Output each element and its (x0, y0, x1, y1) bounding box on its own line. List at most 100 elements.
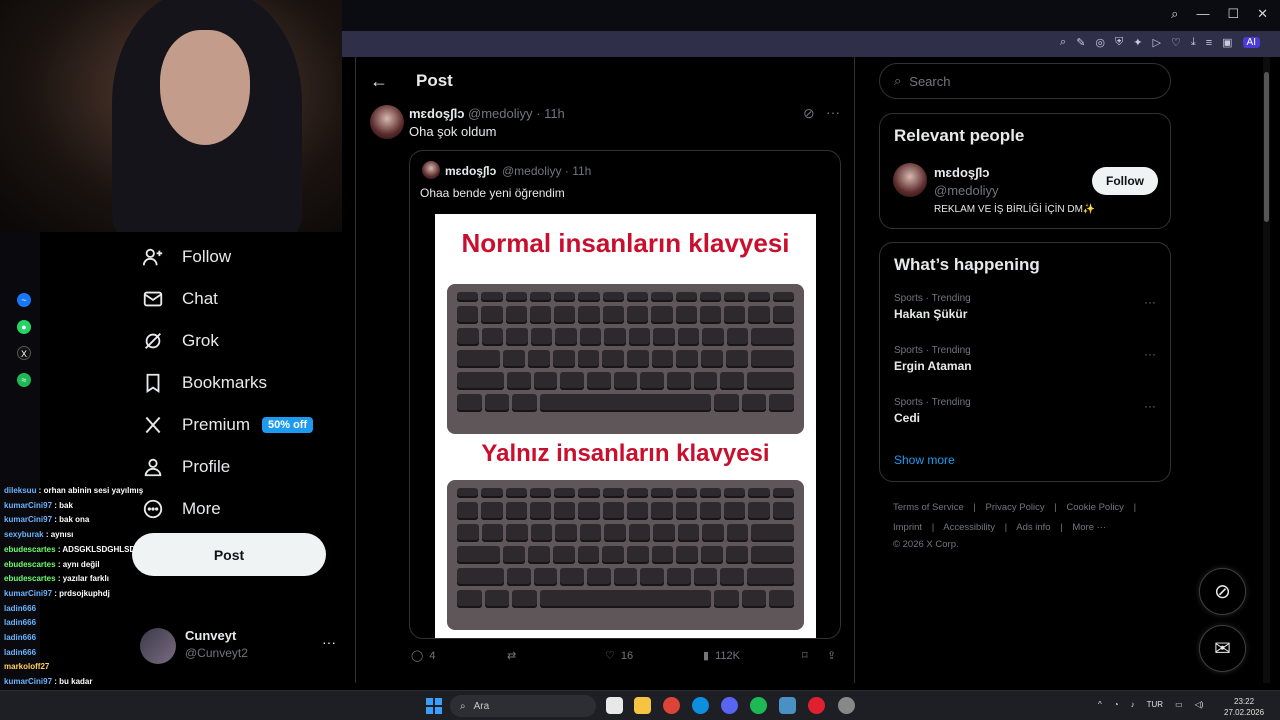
footer-link[interactable]: Privacy Policy (986, 502, 1045, 513)
app-icon[interactable] (779, 697, 796, 714)
more-icon[interactable]: ··· (1144, 399, 1156, 413)
sidebar-item-profile[interactable]: Profile (140, 446, 350, 488)
footer-link[interactable]: Ads info (1016, 522, 1050, 533)
chat-username[interactable]: ladin666 (4, 648, 36, 657)
grok-fab-button[interactable]: ⊘ (1199, 568, 1246, 615)
download-icon[interactable]: ⤓ (1191, 36, 1196, 49)
chat-username[interactable]: kumarCini97 (4, 515, 52, 524)
maximize-icon[interactable]: ☐ (1227, 6, 1239, 22)
page-scrollbar[interactable] (1263, 57, 1270, 683)
chrome-icon[interactable] (663, 697, 680, 714)
opera-icon[interactable] (808, 697, 825, 714)
repost-button[interactable]: ⇄ (507, 649, 522, 662)
search-icon[interactable]: ⌕ (1171, 6, 1178, 22)
chevron-up-icon[interactable]: ^ (1098, 700, 1102, 709)
chat-username[interactable]: ladin666 (4, 633, 36, 642)
chat-username[interactable]: kumarCini97 (4, 589, 52, 598)
zoom-icon[interactable]: ⌕ (1060, 36, 1066, 49)
spotify-icon[interactable] (750, 697, 767, 714)
camera-icon[interactable]: ◎ (1095, 36, 1105, 49)
more-icon[interactable]: ··· (322, 634, 336, 650)
volume-icon[interactable]: ◁) (1195, 700, 1204, 709)
heart-icon[interactable]: ♡ (1171, 36, 1181, 49)
edge-icon[interactable] (692, 697, 709, 714)
chat-username[interactable]: dileksuu (4, 486, 36, 495)
discord-icon[interactable] (721, 697, 738, 714)
grok-icon[interactable]: ⊘ (803, 105, 815, 122)
chat-username[interactable]: ladin666 (4, 604, 36, 613)
footer-link[interactable]: Terms of Service (893, 502, 964, 513)
chat-username[interactable]: ebudescartes (4, 560, 56, 569)
trend-item[interactable]: Sports · Trending Ergin Ataman ··· (894, 345, 1164, 373)
keyboard-key (481, 306, 503, 324)
keyboard-key (555, 328, 577, 346)
bookmark-button[interactable]: ⌑ (802, 649, 808, 662)
messages-fab-button[interactable]: ✉ (1199, 625, 1246, 672)
search-input[interactable]: ⌕ Search (879, 63, 1171, 99)
meme-image[interactable]: Normal insanların klavyesi Yalnız insanl… (435, 214, 816, 638)
menu-icon[interactable]: ≡ (1206, 37, 1212, 49)
footer-sep: | (931, 522, 935, 533)
views-button[interactable]: ▮ 112K (703, 649, 740, 663)
microphone-icon[interactable]: ♪ (1131, 700, 1135, 709)
language-indicator[interactable]: TUR (1147, 700, 1163, 709)
whatsapp-icon[interactable]: ● (17, 320, 31, 334)
account-switcher[interactable]: Cunveyt @Cunveyt2 ··· (140, 624, 340, 664)
quoted-post[interactable]: mɛdoş∫lↄ @medoliyy · 11h Ohaa bende yeni… (409, 150, 841, 639)
network-icon[interactable]: ◔ (1114, 700, 1119, 709)
windows-start-icon[interactable] (426, 698, 442, 714)
scroll-thumb[interactable] (1264, 72, 1269, 222)
reply-button[interactable]: ◯ 4 (411, 649, 435, 663)
display-icon[interactable]: ▭ (1175, 700, 1183, 709)
footer-link[interactable]: Cookie Policy (1066, 502, 1124, 513)
chat-username[interactable]: ebudescartes (4, 545, 56, 554)
close-icon[interactable]: ✕ (1257, 6, 1268, 22)
edit-icon[interactable]: ✎ (1076, 36, 1085, 49)
avatar[interactable] (893, 163, 927, 197)
taskbar-search[interactable]: ⌕ Ara (450, 695, 596, 717)
spotify-icon[interactable]: ≈ (17, 373, 31, 387)
sidebar-item-grok[interactable]: Grok (140, 320, 350, 362)
follow-button[interactable]: Follow (1092, 167, 1158, 195)
messenger-icon[interactable]: ~ (17, 293, 31, 307)
file-explorer-icon[interactable] (634, 697, 651, 714)
shield-icon[interactable]: ⛨ (1115, 36, 1123, 49)
chat-username[interactable]: kumarCini97 (4, 677, 52, 686)
chat-username[interactable]: ladin666 (4, 618, 36, 627)
footer-link[interactable]: Accessibility (943, 522, 995, 533)
settings-icon[interactable] (838, 697, 855, 714)
chat-username[interactable]: sexyburak (4, 530, 44, 539)
chat-username[interactable]: markoloff27 (4, 662, 49, 671)
trend-item[interactable]: Sports · Trending Cedi ··· (894, 397, 1164, 425)
chat-username[interactable]: ebudescartes (4, 574, 56, 583)
keyboard-key (666, 372, 691, 390)
ai-button[interactable]: AI (1242, 37, 1260, 48)
relevant-person-name[interactable]: mɛdoş∫lↄ (934, 165, 990, 180)
avatar[interactable]: ▣ (1222, 36, 1232, 49)
sidebar-item-bookmarks[interactable]: Bookmarks (140, 362, 350, 404)
more-icon[interactable]: ··· (1144, 295, 1156, 309)
taskbar-clock[interactable]: 23:22 27.02.2026 (1224, 696, 1264, 718)
keyboard-key (457, 328, 479, 346)
x-app-icon[interactable]: X (17, 346, 31, 360)
footer-link[interactable]: More ··· (1072, 522, 1106, 533)
chat-username[interactable]: kumarCini97 (4, 501, 52, 510)
like-button[interactable]: ♡ 16 (605, 649, 633, 663)
sidebar-item-chat[interactable]: Chat (140, 278, 350, 320)
trend-item[interactable]: Sports · Trending Hakan Şükür ··· (894, 293, 1164, 321)
minimize-icon[interactable]: — (1196, 6, 1209, 22)
play-icon[interactable]: ▷ (1153, 36, 1161, 49)
post-author-name[interactable]: mɛdoş∫lↄ (409, 106, 465, 121)
more-icon[interactable]: ··· (826, 104, 840, 120)
show-more-link[interactable]: Show more (894, 453, 955, 467)
avatar[interactable] (370, 105, 404, 139)
footer-link[interactable]: Imprint (893, 522, 922, 533)
more-icon[interactable]: ··· (1144, 347, 1156, 361)
post-button[interactable]: Post (132, 533, 326, 576)
extension-icon[interactable]: ✦ (1133, 36, 1142, 49)
share-button[interactable]: ⇪ (827, 649, 836, 662)
sidebar-item-follow[interactable]: Follow (140, 236, 350, 278)
sidebar-item-premium[interactable]: Premium 50% off (140, 404, 350, 446)
back-arrow-icon[interactable]: ← (370, 71, 388, 92)
task-view-icon[interactable] (606, 697, 623, 714)
